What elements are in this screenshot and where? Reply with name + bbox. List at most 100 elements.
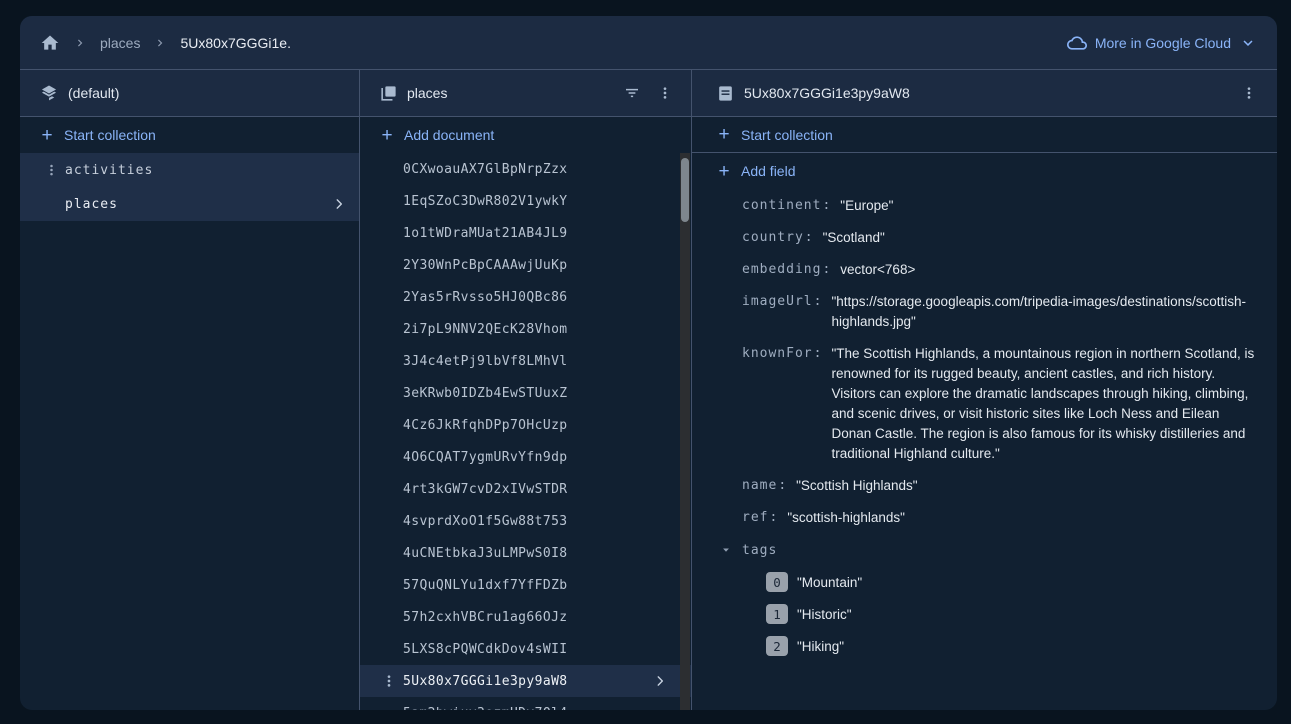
breadcrumb: places 5Ux80x7GGGi1e.: [40, 33, 291, 53]
document-row[interactable]: 5am2bwiuv3ozmUDv7Ql4: [360, 697, 691, 710]
field-row[interactable]: name : "Scottish Highlands": [742, 476, 1257, 496]
document-id: 57h2cxhVBCru1ag66OJz: [403, 610, 568, 625]
array-item-row[interactable]: 2 "Hiking": [766, 636, 1257, 656]
add-document-button[interactable]: + Add document: [360, 117, 691, 153]
array-item-row[interactable]: 1 "Historic": [766, 604, 1257, 624]
document-id: 3eKRwb0IDZb4EwSTUuxZ: [403, 386, 568, 401]
array-item-row[interactable]: 0 "Mountain": [766, 572, 1257, 592]
field-value: "Scottish Highlands": [796, 476, 1257, 496]
add-field-label: Add field: [741, 163, 795, 179]
field-key: name: [742, 476, 777, 496]
array-index-badge: 0: [766, 572, 788, 592]
field-colon: :: [769, 508, 777, 528]
document-id: 2i7pL9NNV2QEcK28Vhom: [403, 322, 568, 337]
filter-icon[interactable]: [620, 81, 644, 105]
database-panel: (default) + Start collection activities …: [20, 70, 360, 710]
field-key: imageUrl: [742, 292, 813, 332]
home-icon[interactable]: [40, 33, 60, 53]
kebab-icon[interactable]: [381, 673, 397, 689]
collection-row-activities[interactable]: activities: [20, 153, 359, 187]
plus-icon: +: [39, 126, 55, 145]
scrollbar-thumb[interactable]: [681, 158, 689, 222]
document-row[interactable]: 57h2cxhVBCru1ag66OJz: [360, 601, 691, 633]
field-value: "Scotland": [823, 228, 1257, 248]
document-row[interactable]: 2i7pL9NNV2QEcK28Vhom: [360, 313, 691, 345]
document-id: 1o1tWDraMUat21AB4JL9: [403, 226, 568, 241]
field-colon: :: [822, 260, 830, 280]
field-row[interactable]: country : "Scotland": [742, 228, 1257, 248]
field-row[interactable]: continent : "Europe": [742, 196, 1257, 216]
document-id: 5LXS8cPQWCdkDov4sWII: [403, 642, 568, 657]
kebab-icon[interactable]: [44, 163, 59, 178]
field-key: continent: [742, 196, 821, 216]
document-id: 2Yas5rRvsso5HJ0QBc86: [403, 290, 568, 305]
document-panel: 5Ux80x7GGGi1e3py9aW8 + Start collection …: [692, 70, 1277, 710]
start-collection-button[interactable]: + Start collection: [692, 117, 1277, 153]
field-key: knownFor: [742, 344, 813, 464]
array-item-value: "Historic": [797, 607, 852, 622]
kebab-icon[interactable]: [653, 81, 677, 105]
more-in-google-cloud-label: More in Google Cloud: [1095, 35, 1231, 51]
start-collection-label: Start collection: [741, 127, 833, 143]
firestore-console: places 5Ux80x7GGGi1e. More in Google Clo…: [20, 16, 1277, 710]
document-id: 0CXwoauAX7GlBpNrpZzx: [403, 162, 568, 177]
field-row[interactable]: embedding : vector<768>: [742, 260, 1257, 280]
database-panel-header: (default): [20, 70, 359, 117]
collection-row-places[interactable]: places: [20, 187, 359, 221]
document-row[interactable]: 57QuQNLYu1dxf7YfFDZb: [360, 569, 691, 601]
document-row[interactable]: 3J4c4etPj9lbVf8LMhVl: [360, 345, 691, 377]
array-field-row[interactable]: tags: [742, 540, 1257, 560]
add-field-button[interactable]: + Add field: [692, 153, 1277, 189]
plus-icon: +: [716, 125, 732, 144]
array-index-badge: 2: [766, 636, 788, 656]
document-row[interactable]: 0CXwoauAX7GlBpNrpZzx: [360, 153, 691, 185]
chevron-right-icon: [653, 674, 667, 688]
firestore-database-icon: [39, 83, 59, 103]
array-field-key: tags: [742, 543, 777, 558]
chevron-separator-icon: [73, 36, 87, 50]
start-collection-button[interactable]: + Start collection: [20, 117, 359, 153]
document-id: 57QuQNLYu1dxf7YfFDZb: [403, 578, 568, 593]
add-document-label: Add document: [404, 127, 494, 143]
more-in-google-cloud-button[interactable]: More in Google Cloud: [1067, 33, 1257, 53]
document-row[interactable]: 4svprdXoO1f5Gw88t753: [360, 505, 691, 537]
array-item-value: "Hiking": [797, 639, 844, 654]
field-row[interactable]: ref : "scottish-highlands": [742, 508, 1257, 528]
field-colon: :: [814, 344, 822, 464]
topbar: places 5Ux80x7GGGi1e. More in Google Clo…: [20, 16, 1277, 70]
scrollbar-track[interactable]: [680, 153, 690, 710]
field-row[interactable]: knownFor : "The Scottish Highlands, a mo…: [742, 344, 1257, 464]
kebab-icon[interactable]: [1237, 81, 1261, 105]
document-row[interactable]: 1o1tWDraMUat21AB4JL9: [360, 217, 691, 249]
field-colon: :: [778, 476, 786, 496]
document-row[interactable]: 1EqSZoC3DwR802V1ywkY: [360, 185, 691, 217]
document-row[interactable]: 5LXS8cPQWCdkDov4sWII: [360, 633, 691, 665]
collection-list: activities places: [20, 153, 359, 221]
field-value: "Europe": [840, 196, 1257, 216]
document-id: 5am2bwiuv3ozmUDv7Ql4: [403, 706, 568, 711]
collapse-triangle-icon[interactable]: [719, 543, 733, 557]
field-row[interactable]: imageUrl : "https://storage.googleapis.c…: [742, 292, 1257, 332]
document-id: 1EqSZoC3DwR802V1ywkY: [403, 194, 568, 209]
document-row[interactable]: 4rt3kGW7cvD2xIVwSTDR: [360, 473, 691, 505]
collection-name: activities: [65, 163, 153, 178]
document-row[interactable]: 4Cz6JkRfqhDPp7OHcUzp: [360, 409, 691, 441]
field-colon: :: [822, 196, 830, 216]
panels-container: (default) + Start collection activities …: [20, 70, 1277, 710]
document-row[interactable]: 4uCNEtbkaJ3uLMPwS0I8: [360, 537, 691, 569]
field-list: continent : "Europe" country : "Scotland…: [692, 189, 1277, 710]
document-row[interactable]: 5Ux80x7GGGi1e3py9aW8: [360, 665, 691, 697]
array-item-value: "Mountain": [797, 575, 862, 590]
document-row[interactable]: 3eKRwb0IDZb4EwSTUuxZ: [360, 377, 691, 409]
breadcrumb-document: 5Ux80x7GGGi1e.: [180, 35, 291, 51]
document-panel-header: 5Ux80x7GGGi1e3py9aW8: [692, 70, 1277, 117]
document-id: 4O6CQAT7ygmURvYfn9dp: [403, 450, 568, 465]
document-id: 3J4c4etPj9lbVf8LMhVl: [403, 354, 568, 369]
field-key: embedding: [742, 260, 821, 280]
breadcrumb-collection[interactable]: places: [100, 35, 140, 51]
document-row[interactable]: 4O6CQAT7ygmURvYfn9dp: [360, 441, 691, 473]
document-row[interactable]: 2Yas5rRvsso5HJ0QBc86: [360, 281, 691, 313]
plus-icon: +: [379, 126, 395, 145]
document-row[interactable]: 2Y30WnPcBpCAAAwjUuKp: [360, 249, 691, 281]
plus-icon: +: [716, 162, 732, 181]
